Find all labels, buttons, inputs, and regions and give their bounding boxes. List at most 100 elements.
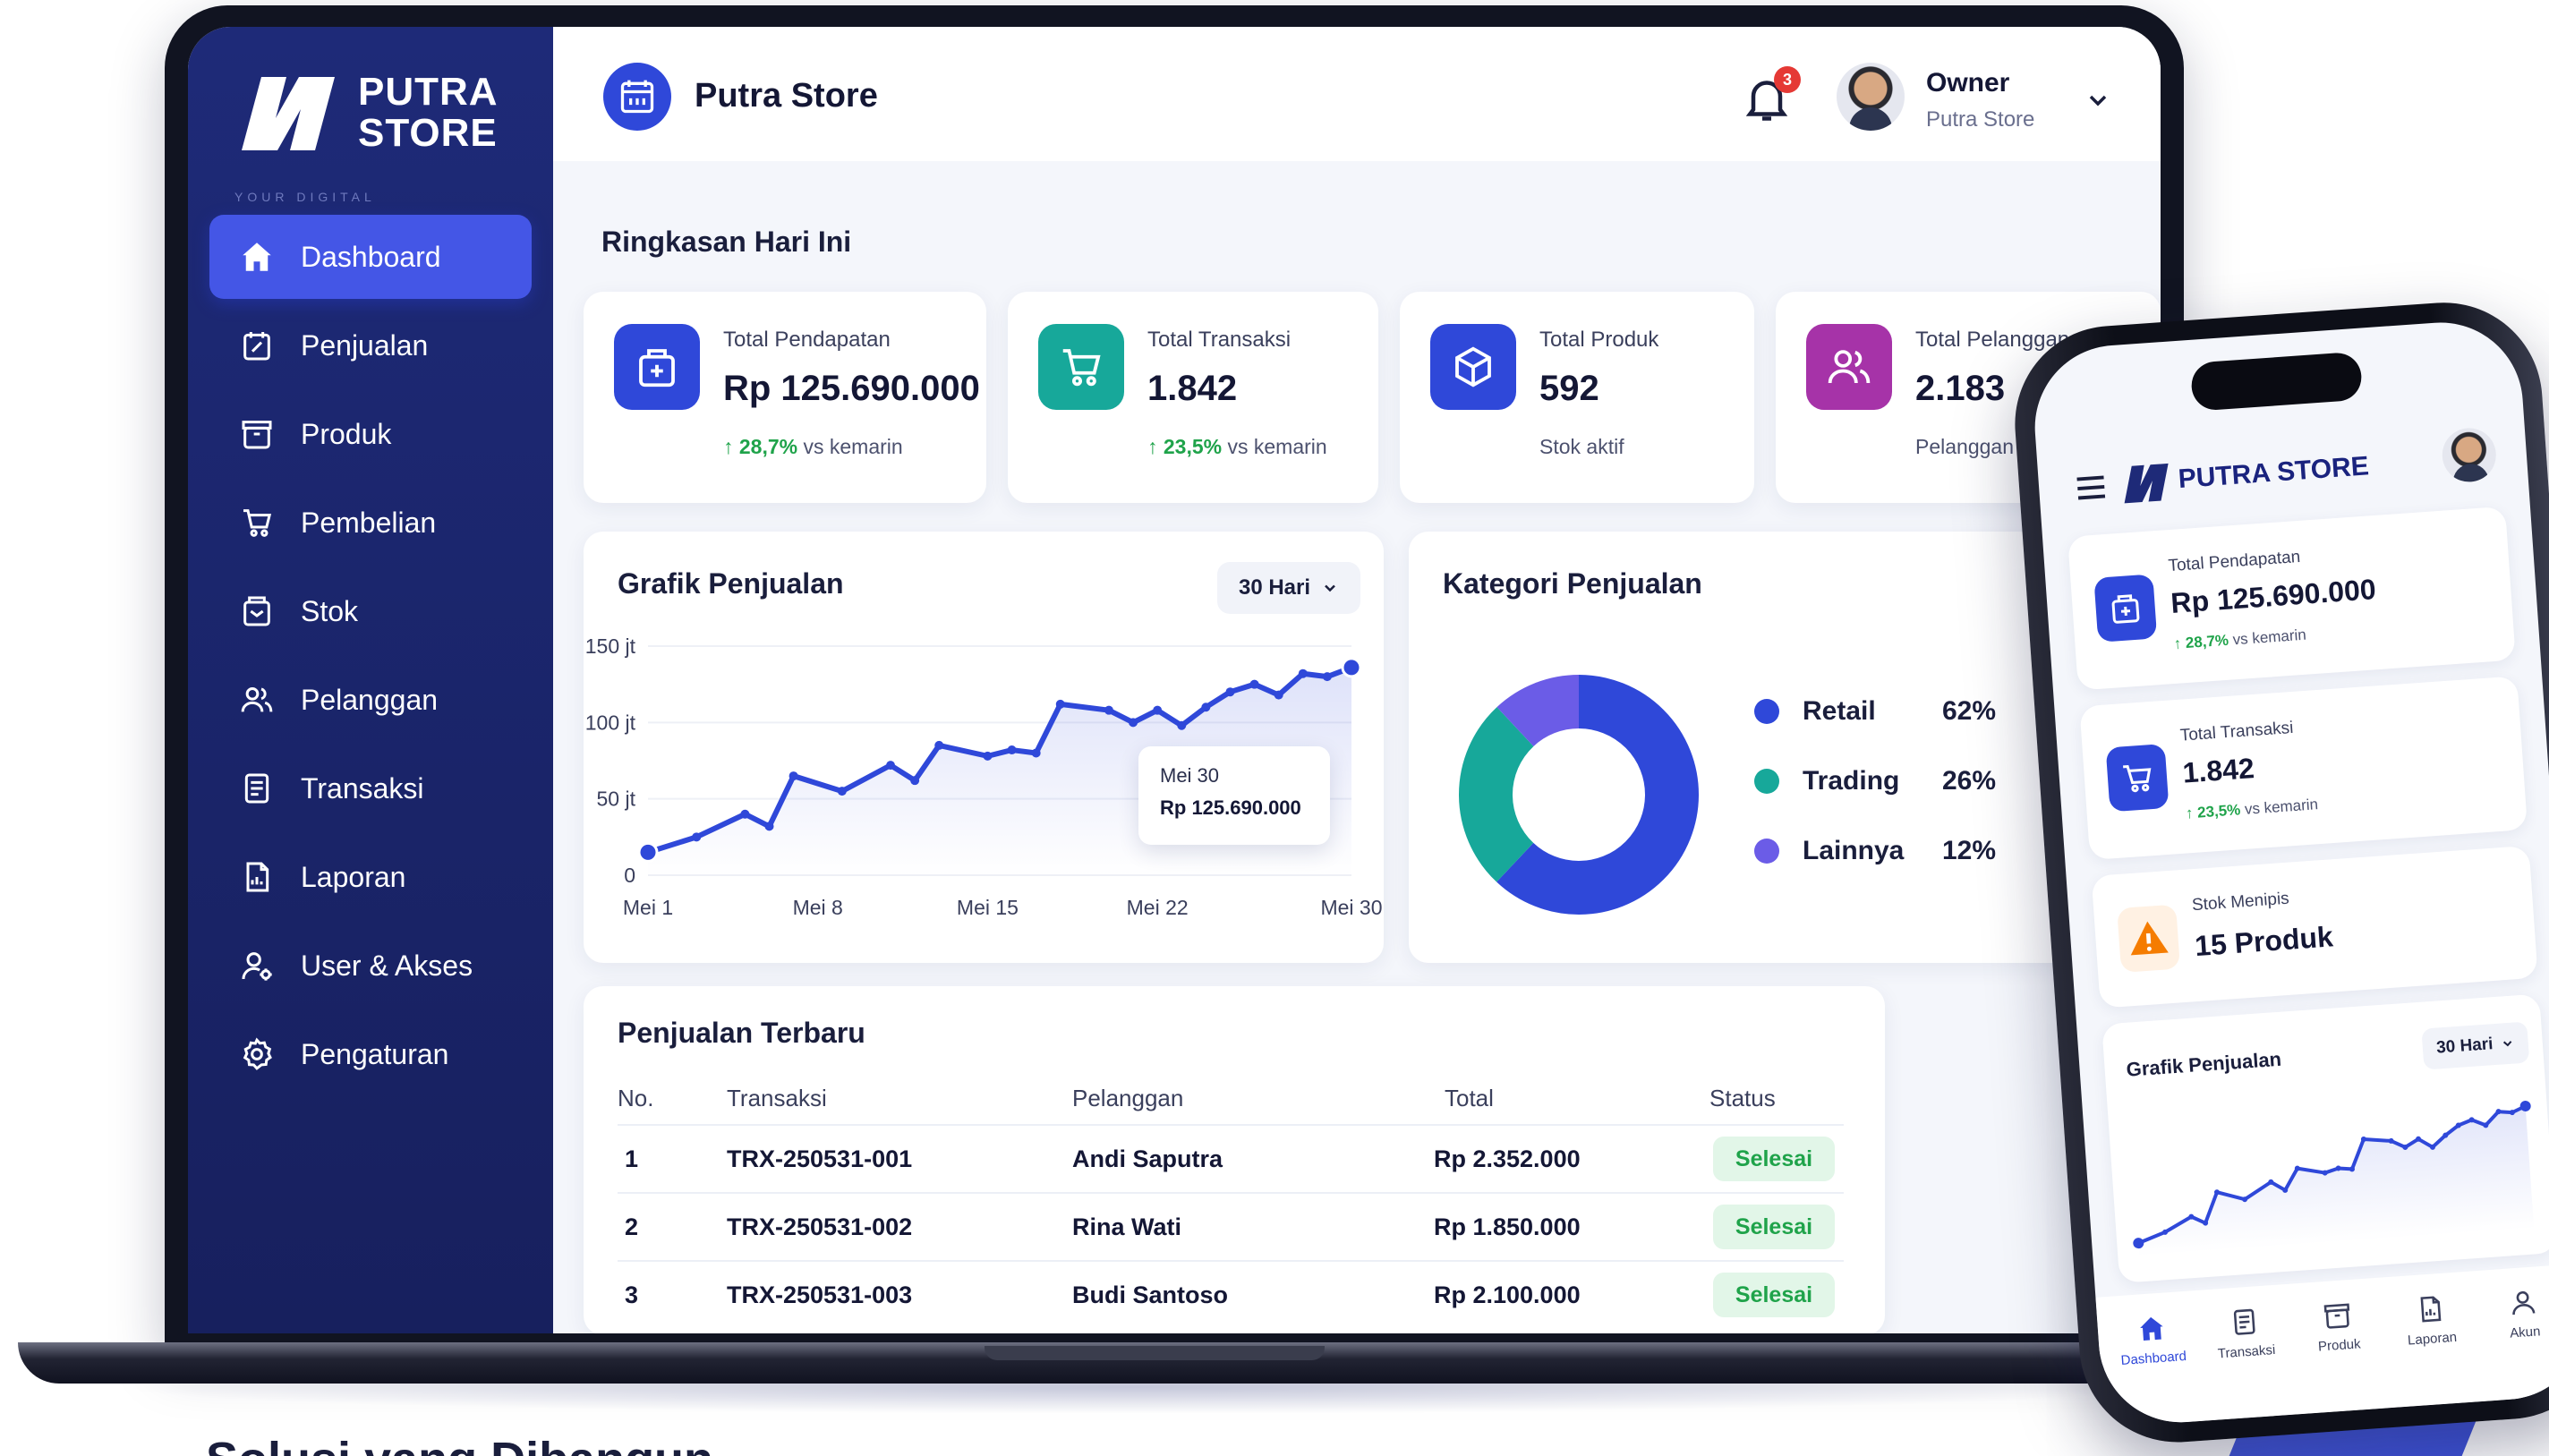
stat-delta: ↑ 23,5% vs kemarin: [1147, 435, 1327, 459]
sidebar-item-label: Pengaturan: [301, 1037, 449, 1070]
x-tick-label: Mei 30: [1320, 896, 1382, 919]
data-point: [1104, 705, 1113, 715]
mobile-stat-card-revenue[interactable]: Total Pendapatan Rp 125.690.000 ↑ 28,7% …: [2067, 506, 2516, 691]
data-point: [1341, 657, 1362, 678]
mobile-stat-value: 1.842: [2181, 752, 2255, 789]
table-row[interactable]: 2 TRX-250531-002 Rina Wati Rp 1.850.000 …: [618, 1192, 1844, 1262]
sidebar-item-label: Pelanggan: [301, 683, 439, 716]
mobile-stat-label: Total Pendapatan: [2167, 547, 2301, 576]
sidebar-item-pembelian[interactable]: Pembelian: [209, 481, 532, 565]
user-avatar[interactable]: [1837, 63, 1905, 131]
sidebar-item-pengaturan[interactable]: Pengaturan: [209, 1012, 532, 1096]
legend-pct: 62%: [1942, 696, 1997, 726]
dashboard-window: PUTRA STORE YOUR DIGITAL Dashboard Penju…: [188, 27, 2161, 1333]
product-box-icon: [236, 413, 277, 455]
table-row[interactable]: 3 TRX-250531-003 Budi Santoso Rp 2.100.0…: [618, 1260, 1844, 1330]
x-tick-label: Mei 22: [1127, 896, 1189, 919]
sidebar-item-stok[interactable]: Stok: [209, 569, 532, 653]
stat-card-revenue[interactable]: Total Pendapatan Rp 125.690.000 ↑ 28,7% …: [584, 292, 986, 503]
mobile-user-avatar[interactable]: [2440, 426, 2498, 484]
page-caption: Solusi yang Dibangun: [206, 1432, 713, 1456]
table-row[interactable]: 1 TRX-250531-001 Andi Saputra Rp 2.352.0…: [618, 1124, 1844, 1194]
hamburger-menu-icon[interactable]: [2074, 473, 2108, 502]
tooltip-date: Mei 30: [1160, 764, 1220, 787]
mobile-series-area: [2138, 1105, 2535, 1257]
column-header-no: No.: [618, 1085, 654, 1111]
stock-icon: [236, 591, 277, 632]
mobile-stat-label: Total Transaksi: [2179, 718, 2295, 745]
revenue-icon: [614, 324, 700, 410]
laptop-notch: [985, 1346, 1325, 1360]
x-tick-label: Mei 8: [793, 896, 843, 919]
sidebar-nav: Dashboard Penjualan Produk Pembelian Sto…: [209, 215, 532, 1101]
sidebar-item-pelanggan[interactable]: Pelanggan: [209, 658, 532, 742]
mobile-nav-label: Dashboard: [2120, 1348, 2187, 1369]
row-no: 2: [625, 1213, 639, 1240]
sidebar-item-label: User & Akses: [301, 949, 473, 982]
stat-card-transactions[interactable]: Total Transaksi 1.842 ↑ 23,5% vs kemarin: [1008, 292, 1378, 503]
legend-dot: [1754, 769, 1779, 794]
receipt-icon: [236, 768, 277, 809]
column-header-status: Status: [1709, 1085, 1776, 1111]
notification-badge: 3: [1774, 66, 1801, 93]
legend-label: Trading: [1803, 766, 1900, 796]
stat-value: 2.183: [1915, 369, 2006, 408]
data-point: [1153, 705, 1163, 715]
row-no: 1: [625, 1145, 639, 1172]
stat-value: 1.842: [1147, 369, 1238, 408]
sidebar-item-laporan[interactable]: Laporan: [209, 835, 532, 919]
mobile-nav-akun[interactable]: Akun: [2477, 1284, 2549, 1343]
brand-tagline: YOUR DIGITAL: [234, 190, 376, 204]
x-tick-label: Mei 1: [623, 896, 673, 919]
sidebar-item-dashboard[interactable]: Dashboard: [209, 215, 532, 299]
data-point: [837, 787, 847, 796]
mobile-nav-dashboard[interactable]: Dashboard: [2106, 1310, 2199, 1369]
brand-logo[interactable]: PUTRA STORE YOUR DIGITAL: [234, 64, 521, 205]
report-icon: [236, 856, 277, 898]
sales-icon: [236, 325, 277, 366]
sidebar-item-user-akses[interactable]: User & Akses: [209, 924, 532, 1008]
top-bar: Putra Store 3 Owner Putra Store: [553, 27, 2161, 161]
mobile-stat-card-low-stock[interactable]: Stok Menipis 15 Produk: [2091, 845, 2538, 1009]
customers-icon: [1806, 324, 1892, 410]
sidebar-item-penjualan[interactable]: Penjualan: [209, 303, 532, 387]
home-icon: [236, 236, 277, 277]
stat-delta-suffix: vs kemarin: [1227, 435, 1327, 458]
report-icon: [2420, 1296, 2442, 1323]
y-tick-label: 50 jt: [597, 788, 636, 811]
mobile-nav-produk[interactable]: Produk: [2291, 1298, 2384, 1357]
scene: PUTRA STORE YOUR DIGITAL Dashboard Penju…: [0, 0, 2549, 1456]
mobile-stat-value: 15 Produk: [2194, 920, 2334, 963]
revenue-icon: [2093, 574, 2158, 643]
cart-icon: [1038, 324, 1124, 410]
stat-label: Total Produk: [1539, 328, 1659, 352]
data-point: [934, 740, 944, 750]
column-header-pelanggan: Pelanggan: [1072, 1085, 1184, 1111]
legend-label: Retail: [1803, 696, 1876, 726]
status-badge: Selesai: [1713, 1205, 1835, 1249]
y-tick-label: 150 jt: [585, 634, 636, 658]
stat-delta-value: 28,7%: [738, 435, 798, 458]
legend-item-lainnya: Lainnya 12%: [1754, 829, 2023, 873]
row-total: Rp 2.352.000: [1434, 1145, 1581, 1172]
mobile-nav-transaksi[interactable]: Transaksi: [2199, 1304, 2292, 1363]
legend-pct: 12%: [1942, 836, 1997, 865]
mobile-stat-card-transactions[interactable]: Total Transaksi 1.842 ↑ 23,5% vs kemarin: [2079, 676, 2528, 861]
store-name-title: Putra Store: [695, 77, 878, 115]
stat-card-products[interactable]: Total Produk 592 Stok aktif: [1400, 292, 1754, 503]
mobile-sales-line-chart: [2133, 1100, 2535, 1257]
sidebar-item-produk[interactable]: Produk: [209, 392, 532, 476]
cart-icon: [236, 502, 277, 543]
legend-label: Lainnya: [1803, 836, 1905, 865]
mobile-nav-laporan[interactable]: Laporan: [2384, 1290, 2477, 1350]
mobile-stat-value: Rp 125.690.000: [2170, 573, 2377, 620]
row-total: Rp 1.850.000: [1434, 1213, 1581, 1240]
user-name[interactable]: Owner: [1926, 68, 2009, 98]
data-point: [764, 822, 774, 831]
user-icon: [2512, 1290, 2536, 1316]
row-customer: Rina Wati: [1072, 1213, 1182, 1240]
sidebar-item-label: Pembelian: [301, 506, 437, 539]
sidebar-item-transaksi[interactable]: Transaksi: [209, 746, 532, 830]
chevron-down-icon[interactable]: [2084, 86, 2112, 115]
brand-logo-mark-icon: [242, 77, 335, 150]
